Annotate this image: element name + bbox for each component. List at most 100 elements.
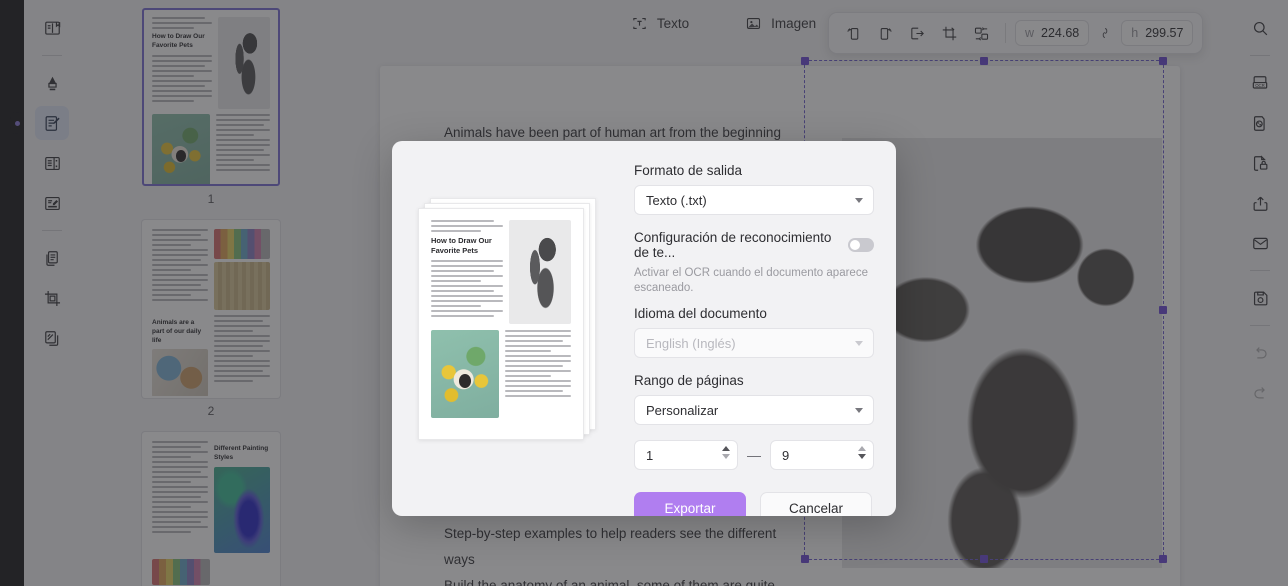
page-range-value: Personalizar	[646, 402, 719, 418]
sidebar-item-organize-pages[interactable]	[35, 321, 69, 355]
copy-pages-icon	[43, 249, 62, 268]
convert-document-icon	[1251, 114, 1270, 133]
rotate-right-button[interactable]	[870, 18, 900, 48]
email-button[interactable]	[1243, 226, 1277, 260]
resize-handle-top-center[interactable]	[980, 57, 988, 65]
range-to-value: 9	[782, 447, 790, 463]
sidebar-item-copy-pages[interactable]	[35, 241, 69, 275]
chevron-down-icon	[855, 198, 863, 203]
resize-handle-bottom-right[interactable]	[1159, 555, 1167, 563]
rail-divider-1	[42, 55, 62, 56]
document-paragraph-bottom: Step-by-step examples to help readers se…	[444, 521, 804, 586]
thumbnail-item-1[interactable]: How to Draw Our Favorite Pets 1	[80, 8, 342, 220]
lock-document-icon	[1251, 154, 1270, 173]
doc-line: Step-by-step examples to help readers se…	[444, 526, 777, 567]
image-height-field[interactable]: h 299.57	[1121, 20, 1194, 46]
page-range-select[interactable]: Personalizar	[634, 395, 874, 425]
sidebar-item-reader-view[interactable]	[35, 11, 69, 45]
redo-button[interactable]	[1243, 376, 1277, 410]
document-preview-stack: How to Draw Our Favorite Pets	[418, 198, 596, 440]
annotate-icon	[43, 194, 62, 213]
page-range-label: Rango de páginas	[634, 373, 744, 388]
aspect-ratio-lock-button[interactable]	[1094, 20, 1116, 46]
width-label: w	[1025, 26, 1035, 40]
cancel-button[interactable]: Cancelar	[760, 492, 872, 516]
resize-handle-middle-right[interactable]	[1159, 306, 1167, 314]
rotate-left-button[interactable]	[838, 18, 868, 48]
ocr-toggle[interactable]	[848, 238, 874, 252]
stepper-down-icon[interactable]	[858, 454, 866, 459]
thumbnail-preview-2: Animals are a part of our daily life	[144, 222, 278, 396]
share-upload-icon	[1251, 194, 1270, 213]
export-button[interactable]: Exportar	[634, 492, 746, 516]
ocr-button[interactable]: OCR	[1243, 66, 1277, 100]
image-width-field[interactable]: w 224.68	[1015, 20, 1090, 46]
stepper-up-icon[interactable]	[858, 446, 866, 451]
sidebar-item-highlight-tool[interactable]	[35, 66, 69, 100]
thumb-heading-3: Different Painting Styles	[214, 445, 269, 461]
page-thumbnail-panel[interactable]: How to Draw Our Favorite Pets 1 Animals …	[80, 0, 342, 586]
resize-handle-top-left[interactable]	[801, 57, 809, 65]
rotate-right-icon	[877, 25, 894, 42]
sidebar-item-edit-document[interactable]	[35, 106, 69, 140]
crop-icon	[941, 25, 958, 42]
save-button[interactable]	[1243, 281, 1277, 315]
sidebar-item-annotate-tool[interactable]	[35, 186, 69, 220]
thumbnail-item-2[interactable]: Animals are a part of our daily life 2	[80, 220, 342, 432]
thumb-heading-2: Animals are a part of our daily life	[152, 319, 202, 344]
tool-label: Texto	[656, 16, 690, 31]
page-thumbnail[interactable]: Animals are a part of our daily life	[142, 220, 280, 398]
thumb-heading-1: How to Draw Our Favorite Pets	[152, 33, 205, 49]
extract-icon	[909, 25, 926, 42]
thumbnail-preview-1: How to Draw Our Favorite Pets	[144, 10, 278, 184]
dialog-form-pane: Formato de salida Texto (.txt) Configura…	[634, 141, 896, 516]
organize-pages-icon	[43, 329, 62, 348]
thumbnail-item-3[interactable]: Different Painting Styles 3	[80, 432, 342, 586]
dialog-preview-pane: How to Draw Our Favorite Pets	[392, 141, 634, 516]
width-value: 224.68	[1041, 26, 1080, 40]
range-from-input[interactable]: 1	[634, 440, 738, 470]
chevron-down-icon	[855, 341, 863, 346]
highlighter-icon	[43, 74, 62, 93]
redo-icon	[1251, 384, 1270, 403]
range-to-input[interactable]: 9	[770, 440, 874, 470]
convert-button[interactable]	[1243, 106, 1277, 140]
tool-label: Imagen	[771, 16, 817, 31]
page-thumbnail[interactable]: Different Painting Styles	[142, 432, 280, 586]
envelope-icon	[1251, 234, 1270, 253]
protect-button[interactable]	[1243, 146, 1277, 180]
link-ratio-icon	[1098, 26, 1112, 40]
sidebar-item-crop-pages[interactable]	[35, 281, 69, 315]
crop-image-button[interactable]	[934, 18, 964, 48]
search-icon	[1251, 19, 1270, 38]
page-thumbnail[interactable]: How to Draw Our Favorite Pets	[142, 8, 280, 186]
tool-texto[interactable]: Texto	[625, 11, 695, 36]
export-dialog: How to Draw Our Favorite Pets Formato de…	[392, 141, 896, 516]
undo-icon	[1251, 344, 1270, 363]
rotate-left-icon	[845, 25, 862, 42]
image-icon	[745, 15, 762, 32]
stepper-up-icon[interactable]	[722, 446, 730, 451]
ocr-label: Configuración de reconocimiento de te...	[634, 230, 832, 260]
range-separator: —	[747, 447, 761, 463]
resize-handle-top-right[interactable]	[1159, 57, 1167, 65]
rail-divider-2	[42, 230, 62, 231]
stepper-down-icon[interactable]	[722, 454, 730, 459]
right-toolbar: OCR	[1232, 0, 1288, 586]
resize-handle-bottom-center[interactable]	[980, 555, 988, 563]
range-from-value: 1	[646, 447, 654, 463]
language-select[interactable]: English (Inglés)	[634, 328, 874, 358]
replace-icon	[973, 25, 990, 42]
resize-handle-bottom-left[interactable]	[801, 555, 809, 563]
extract-image-button[interactable]	[902, 18, 932, 48]
undo-button[interactable]	[1243, 336, 1277, 370]
search-button[interactable]	[1243, 11, 1277, 45]
output-format-select[interactable]: Texto (.txt)	[634, 185, 874, 215]
share-button[interactable]	[1243, 186, 1277, 220]
dialog-actions: Exportar Cancelar	[634, 492, 874, 516]
replace-image-button[interactable]	[966, 18, 996, 48]
save-disk-icon	[1251, 289, 1270, 308]
panel-collapse-handle[interactable]	[10, 112, 24, 134]
tool-imagen[interactable]: Imagen	[739, 11, 822, 36]
sidebar-item-page-layout[interactable]	[35, 146, 69, 180]
